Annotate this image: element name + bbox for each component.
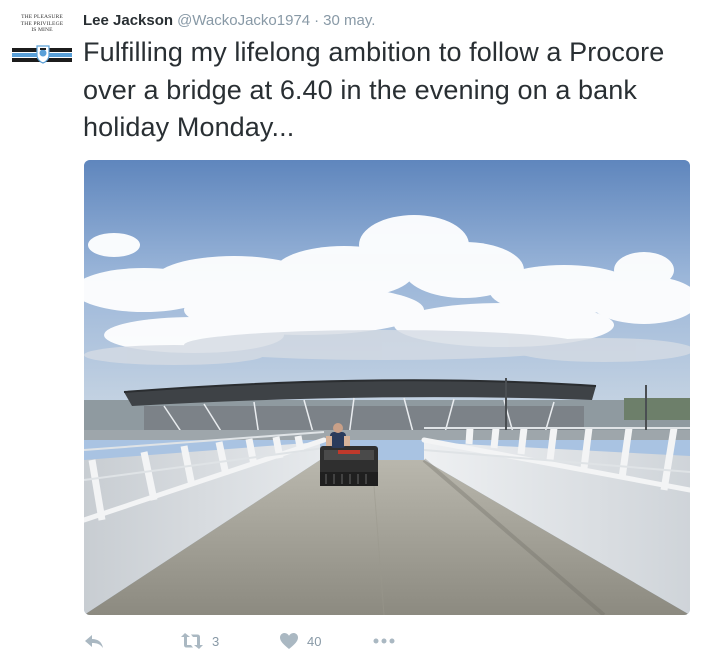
- avatar-logo-text: THE PLEASURE THE PRIVILEGE IS MINE: [12, 14, 72, 34]
- retweet-icon: [181, 633, 203, 649]
- retweet-count: 3: [212, 633, 220, 649]
- reply-button[interactable]: [84, 628, 104, 654]
- tweet-header: Lee Jackson @WackoJacko1974 · 30 may.: [83, 10, 375, 32]
- tweet-photo[interactable]: [84, 160, 690, 615]
- reply-icon: [85, 635, 103, 648]
- retweet-button[interactable]: 3: [180, 628, 219, 654]
- avatar[interactable]: THE PLEASURE THE PRIVILEGE IS MINE: [12, 14, 72, 68]
- bridge-photo-illustration: [84, 160, 690, 615]
- heart-icon: [280, 633, 298, 649]
- user-fullname[interactable]: Lee Jackson: [83, 12, 173, 29]
- tweet-actions: 3 40: [84, 628, 504, 654]
- user-handle[interactable]: @WackoJacko1974: [177, 12, 310, 29]
- club-badge-icon: [36, 45, 50, 64]
- more-button[interactable]: [373, 628, 395, 654]
- like-count: 40: [307, 633, 322, 649]
- like-button[interactable]: 40: [279, 628, 321, 654]
- avatar-line-3: IS MINE: [31, 27, 53, 33]
- tweet: THE PLEASURE THE PRIVILEGE IS MINE Lee J…: [0, 0, 703, 665]
- tweet-timestamp[interactable]: 30 may.: [323, 12, 375, 29]
- tweet-text: Fulfilling my lifelong ambition to follo…: [83, 37, 665, 142]
- more-icon: [373, 638, 395, 644]
- header-separator: ·: [314, 12, 320, 29]
